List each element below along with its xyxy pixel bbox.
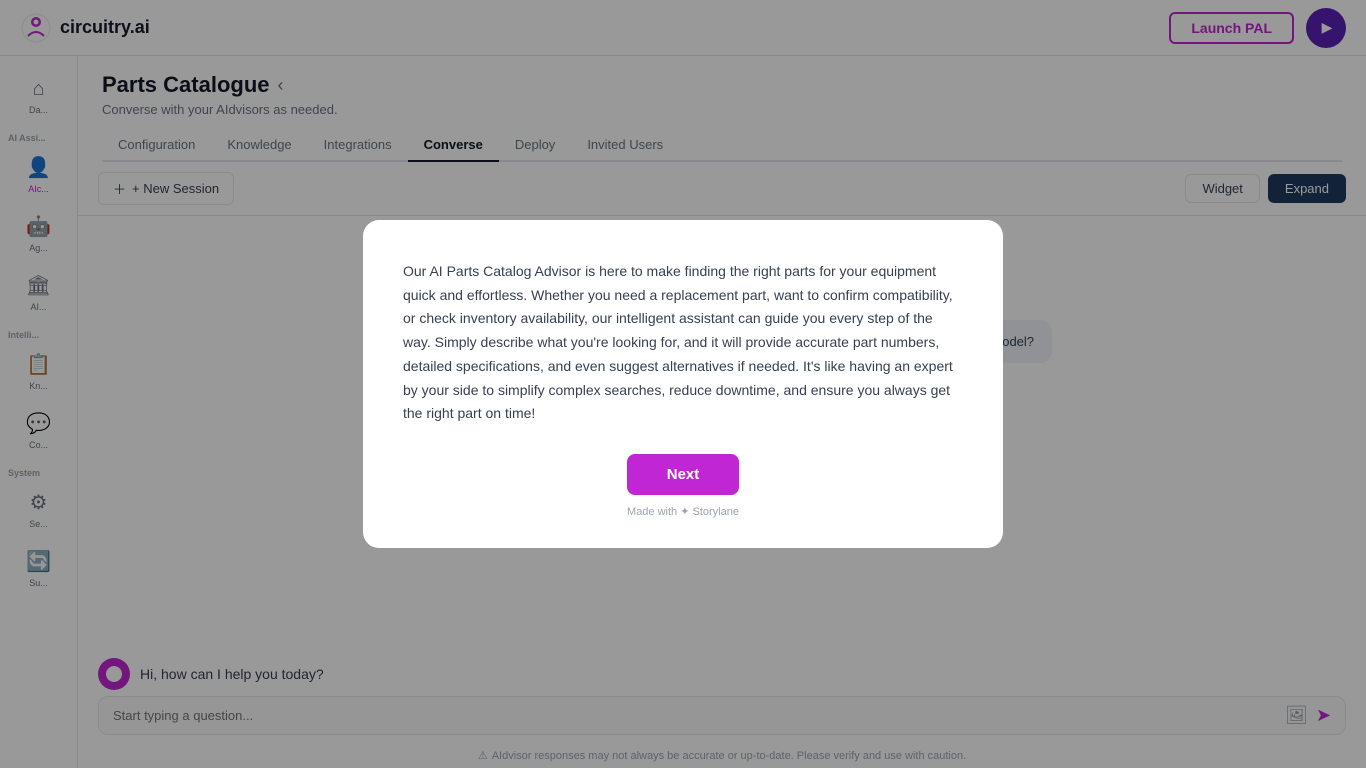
modal-overlay: Our AI Parts Catalog Advisor is here to … (0, 0, 1366, 768)
next-button[interactable]: Next (627, 454, 740, 495)
modal-body: Our AI Parts Catalog Advisor is here to … (403, 260, 963, 427)
modal: Our AI Parts Catalog Advisor is here to … (363, 220, 1003, 549)
modal-footer: Next Made with ✦ Storylane (403, 454, 963, 518)
modal-attribution: Made with ✦ Storylane (627, 505, 739, 518)
